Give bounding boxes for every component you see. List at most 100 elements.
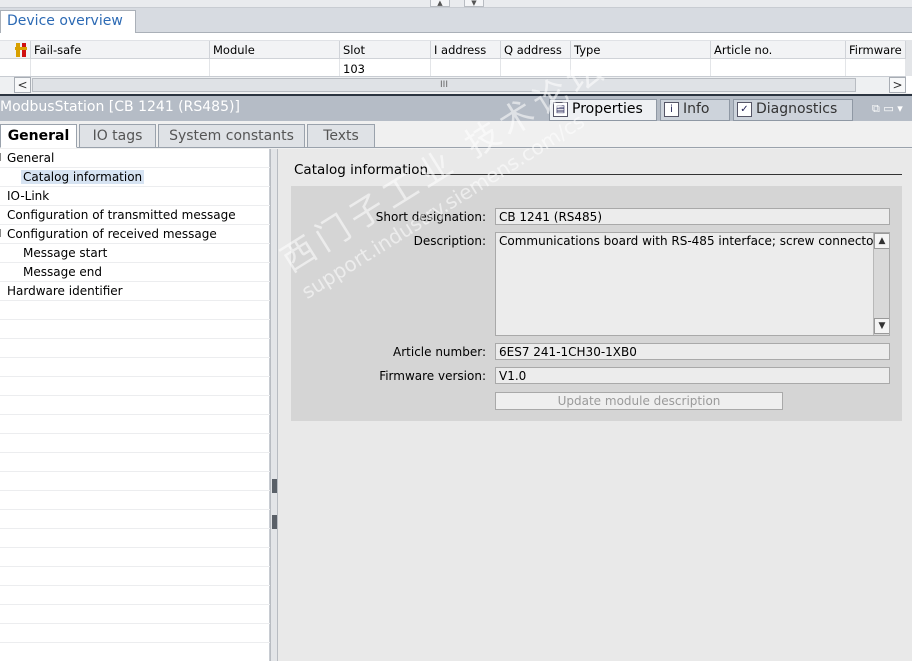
nav-empty-row [0,339,270,358]
description-label: Description: [413,234,486,248]
nav-empty-row [0,548,270,567]
float-window-icon[interactable]: ⧉ [872,102,880,115]
short-designation-field: CB 1241 (RS485) [495,208,890,225]
nav-empty-row [0,434,270,453]
tree-expander-icon[interactable] [0,153,3,161]
top-splitter[interactable]: ▲ ▼ [0,0,912,8]
nav-item-label: IO-Link [7,189,50,203]
chevron-left-icon: < [17,78,28,92]
tab-info[interactable]: i Info [660,99,730,121]
subtab-texts[interactable]: Texts [307,124,375,148]
article-number-field: 6ES7 241-1CH30-1XB0 [495,343,890,360]
nav-item-hardware-identifier[interactable]: Hardware identifier [0,282,270,301]
column-header[interactable]: Module [210,41,340,59]
inspector-title-bar: ModbusStation [CB 1241 (RS485)] ▤ Proper… [0,94,912,121]
nav-empty-row [0,472,270,491]
table-vertical-scrollbar[interactable] [906,40,912,76]
nav-item-label: Catalog information [21,170,145,184]
table-cell [571,59,711,76]
nav-empty-row [0,567,270,586]
property-navigation: General Catalog information IO-Link Conf… [0,149,270,661]
firmware-version-label: Firmware version: [379,369,486,383]
nav-splitter[interactable] [270,149,278,661]
subtab-general[interactable]: General [0,124,77,148]
tab-diagnostics[interactable]: ✓ Diagnostics [733,99,853,121]
table-row[interactable]: 103 [0,59,906,76]
collapse-left-icon[interactable] [272,479,277,493]
nav-item-received-message[interactable]: Configuration of received message [0,225,270,244]
chevron-down-icon: ▼ [878,321,886,331]
nav-item-catalog-information[interactable]: Catalog information [0,168,270,187]
nav-empty-row [0,643,270,661]
tab-info-label: Info [683,101,710,117]
info-icon: i [664,102,679,117]
splitter-up-button[interactable]: ▲ [430,0,450,7]
property-subtabs: General IO tags System constants Texts [0,121,912,148]
nav-empty-row [0,301,270,320]
description-scrollbar[interactable]: ▲ ▼ [873,233,889,335]
module-title: ModbusStation [CB 1241 (RS485)] [0,99,240,115]
chevron-right-icon: > [892,78,903,92]
slot-cell: 103 [340,59,431,76]
scrollbar-thumb[interactable]: III [32,78,856,92]
tab-properties[interactable]: ▤ Properties [549,99,657,121]
column-header[interactable]: Slot [340,41,431,59]
column-header[interactable]: Fail-safe [31,41,210,59]
update-module-description-button[interactable]: Update module description [495,392,783,410]
properties-icon: ▤ [553,102,568,117]
chevron-up-icon: ▲ [878,236,886,246]
nav-empty-row [0,396,270,415]
tab-properties-label: Properties [572,101,643,117]
nav-item-label: Message end [23,265,103,279]
table-cell [31,59,210,76]
nav-item-message-end[interactable]: Message end [0,263,270,282]
tree-expander-icon[interactable] [0,229,3,237]
device-view-tabs: Device overview [0,8,912,34]
nav-item-message-start[interactable]: Message start [0,244,270,263]
tab-device-overview[interactable]: Device overview [0,10,136,34]
scroll-up-button[interactable]: ▲ [874,233,889,249]
nav-item-general[interactable]: General [0,149,270,168]
table-cell [210,59,340,76]
table-cell [431,59,501,76]
expand-right-icon[interactable] [272,515,277,529]
column-header[interactable]: Type [571,41,711,59]
subtab-io-tags[interactable]: IO tags [79,124,156,148]
nav-empty-row [0,529,270,548]
table-cell [12,59,31,76]
section-title: Catalog information [294,162,429,178]
column-header[interactable]: Firmware [846,41,906,59]
subtab-system-constants[interactable]: System constants [158,124,305,148]
nav-empty-row [0,415,270,434]
nav-item-io-link[interactable]: IO-Link [0,187,270,206]
nav-empty-row [0,510,270,529]
splitter-down-button[interactable]: ▼ [464,0,484,7]
scroll-down-button[interactable]: ▼ [874,318,889,334]
nav-item-transmitted-message[interactable]: Configuration of transmitted message [0,206,270,225]
column-header[interactable]: Q address [501,41,571,59]
collapse-icon[interactable]: ▾ [897,102,903,115]
scroll-right-button[interactable]: > [889,77,906,93]
description-text: Communications board with RS-485 interfa… [499,234,879,248]
short-designation-label: Short designation: [375,210,486,224]
nav-empty-row [0,377,270,396]
column-header[interactable]: Article no. [711,41,846,59]
scroll-left-button[interactable]: < [14,77,31,93]
nav-empty-row [0,453,270,472]
device-overview-table: Fail-safe Module Slot I address Q addres… [0,33,912,93]
nav-empty-row [0,624,270,643]
diagnostics-icon: ✓ [737,102,752,117]
nav-empty-row [0,358,270,377]
article-number-label: Article number: [393,345,486,359]
tab-diagnostics-label: Diagnostics [756,101,838,117]
failsafe-icon [12,41,31,59]
minimize-icon[interactable]: ▭ [883,102,893,115]
table-cell [711,59,846,76]
window-buttons: ⧉ ▭ ▾ [872,102,903,116]
nav-item-label: Configuration of received message [7,227,217,241]
description-field[interactable]: Communications board with RS-485 interfa… [495,232,890,336]
column-header[interactable]: I address [431,41,501,59]
nav-empty-row [0,586,270,605]
nav-item-label: Configuration of transmitted message [7,208,236,222]
table-horizontal-scrollbar[interactable]: < III > [0,76,906,93]
